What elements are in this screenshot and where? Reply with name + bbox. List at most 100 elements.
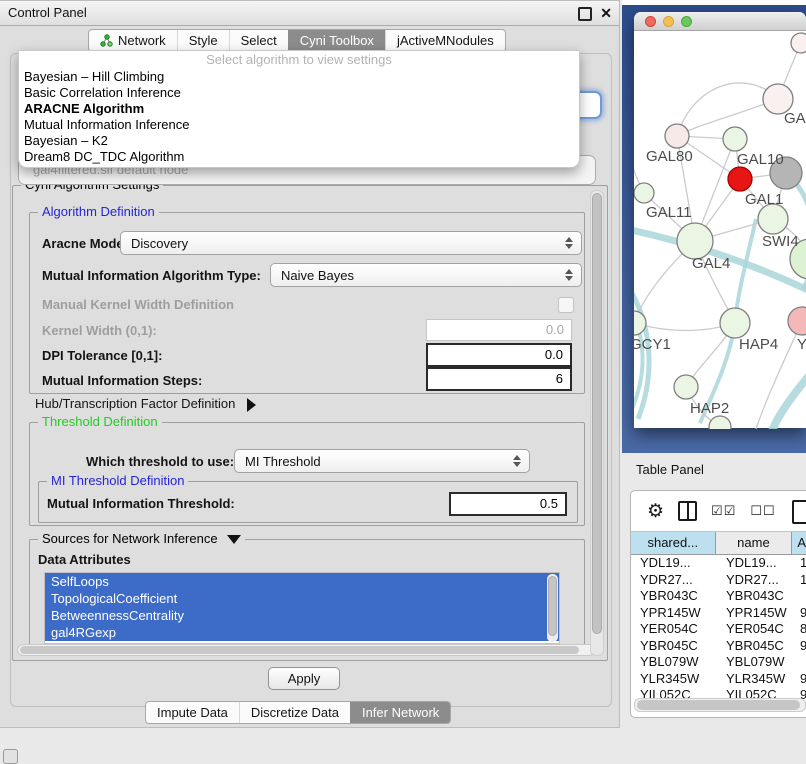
- which-threshold-combobox[interactable]: MI Threshold: [234, 449, 530, 473]
- algorithm-list: Bayesian – Hill ClimbingBasic Correlatio…: [19, 69, 579, 165]
- table-cell: YDR27...: [717, 572, 795, 589]
- attributes-list-scrollbar[interactable]: [547, 574, 558, 642]
- settings-horizontal-scrollbar[interactable]: [17, 644, 595, 656]
- table-row[interactable]: YBR045CYBR045C9.: [631, 638, 806, 655]
- algorithm-option[interactable]: Bayesian – Hill Climbing: [19, 69, 579, 85]
- scrollbar-thumb[interactable]: [637, 700, 800, 710]
- table-row[interactable]: YER054CYER054C8.: [631, 621, 806, 638]
- mi-algorithm-type-combobox[interactable]: Naive Bayes: [270, 263, 582, 287]
- node-label: GAL1: [745, 191, 783, 208]
- network-window-titlebar[interactable]: [634, 12, 806, 31]
- table-rows: YDL19...YDL19...13YDR27...YDR27...12YBR0…: [631, 555, 806, 704]
- node-label: GCY1: [634, 336, 671, 353]
- scrollbar-thumb[interactable]: [592, 193, 602, 634]
- column-header-shared[interactable]: shared...: [631, 532, 716, 554]
- close-traffic-light-icon[interactable]: [645, 16, 656, 27]
- table-row[interactable]: YLR345WYLR345W9.: [631, 671, 806, 688]
- data-attributes-label: Data Attributes: [38, 552, 131, 567]
- network-node[interactable]: [728, 167, 752, 191]
- close-window-icon[interactable]: ✕: [600, 4, 612, 22]
- network-node[interactable]: [665, 124, 689, 148]
- network-edge: [735, 219, 756, 323]
- unchecked-boxes-icon[interactable]: ☐☐: [750, 503, 775, 519]
- network-node[interactable]: [788, 307, 806, 335]
- table-row[interactable]: YBR043CYBR043C: [631, 588, 806, 605]
- tab-impute-data[interactable]: Impute Data: [146, 702, 239, 723]
- sources-group-title-text: Sources for Network Inference: [42, 531, 218, 546]
- threshold-definition-title: Threshold Definition: [38, 414, 162, 429]
- tab-select[interactable]: Select: [229, 30, 288, 51]
- scrollbar-thumb[interactable]: [548, 576, 557, 636]
- network-window: GALGAL80GAL10GAL1GAL11SWI4GAL4GCY1HAP4YH…: [634, 12, 806, 428]
- table-toolbar: ⚙ ☑☑ ☐☐: [631, 491, 806, 532]
- tab-network[interactable]: Network: [89, 30, 177, 51]
- network-node[interactable]: [758, 204, 788, 234]
- mi-threshold-field[interactable]: 0.5: [449, 492, 567, 516]
- node-label: GAL80: [646, 148, 693, 165]
- zoom-traffic-light-icon[interactable]: [681, 16, 692, 27]
- float-window-icon[interactable]: [578, 7, 592, 21]
- data-attribute-item[interactable]: TopologicalCoefficient: [45, 590, 559, 607]
- data-attributes-list: SelfLoopsTopologicalCoefficientBetweenne…: [44, 572, 560, 644]
- table-row[interactable]: YDR27...YDR27...12: [631, 572, 806, 589]
- aracne-mode-combobox[interactable]: Discovery: [120, 231, 582, 255]
- tab-select-label: Select: [241, 33, 277, 48]
- network-node[interactable]: [791, 33, 806, 53]
- column-header-clipped[interactable]: A: [792, 532, 806, 554]
- network-view-frame: GALGAL80GAL10GAL1GAL11SWI4GAL4GCY1HAP4YH…: [622, 5, 806, 453]
- column-header-name[interactable]: name: [716, 532, 793, 554]
- algorithm-option[interactable]: Mutual Information Inference: [19, 117, 579, 133]
- algorithm-option[interactable]: Dream8 DC_TDC Algorithm: [19, 149, 579, 165]
- network-node[interactable]: [677, 223, 713, 259]
- network-node[interactable]: [720, 308, 750, 338]
- table-header-row: shared... name A: [631, 532, 806, 555]
- algorithm-option[interactable]: Bayesian – K2: [19, 133, 579, 149]
- aracne-mode-value: Discovery: [131, 236, 188, 251]
- scrollbar-thumb[interactable]: [20, 646, 579, 654]
- table-row[interactable]: YPR145WYPR145W9.: [631, 605, 806, 622]
- tab-discretize-data[interactable]: Discretize Data: [239, 702, 350, 723]
- network-node[interactable]: [674, 375, 698, 399]
- gear-icon[interactable]: ⚙: [647, 502, 664, 521]
- node-label: GAL4: [692, 255, 730, 272]
- network-node[interactable]: [723, 127, 747, 151]
- hub-tf-definition-section[interactable]: Hub/Transcription Factor Definition: [35, 396, 256, 412]
- table-cell: 9.: [795, 638, 806, 655]
- data-attribute-item[interactable]: gal4RGexp: [45, 624, 559, 641]
- mi-steps-field[interactable]: 6: [426, 367, 572, 391]
- mi-algorithm-type-value: Naive Bayes: [281, 268, 354, 283]
- network-node[interactable]: [634, 183, 654, 203]
- algorithm-dropdown-prompt: Select algorithm to view settings: [19, 51, 579, 69]
- mi-threshold-definition-group: MI Threshold Definition Mutual Informati…: [38, 481, 578, 523]
- data-attribute-item[interactable]: BetweennessCentrality: [45, 607, 559, 624]
- minimize-traffic-light-icon[interactable]: [663, 16, 674, 27]
- dpi-tolerance-field[interactable]: 0.0: [426, 343, 572, 367]
- kernel-width-label: Kernel Width (0,1):: [42, 323, 157, 338]
- apply-button[interactable]: Apply: [268, 667, 340, 690]
- hub-tf-definition-label: Hub/Transcription Factor Definition: [35, 396, 235, 411]
- page-icon[interactable]: [792, 500, 806, 524]
- collapsed-arrow-icon[interactable]: [247, 398, 256, 412]
- tab-cyni-toolbox[interactable]: Cyni Toolbox: [288, 30, 385, 51]
- network-canvas[interactable]: GALGAL80GAL10GAL1GAL11SWI4GAL4GCY1HAP4YH…: [634, 31, 806, 429]
- data-attribute-item[interactable]: SelfLoops: [45, 573, 559, 590]
- sources-group-title[interactable]: Sources for Network Inference: [38, 531, 245, 546]
- table-horizontal-scrollbar[interactable]: [634, 698, 806, 712]
- node-label: SWI4: [762, 233, 799, 250]
- table-cell: YDR27...: [631, 572, 717, 589]
- table-row[interactable]: YBL079WYBL079W: [631, 654, 806, 671]
- algorithm-option[interactable]: Basic Correlation Inference: [19, 85, 579, 101]
- tab-infer-network[interactable]: Infer Network: [350, 702, 450, 723]
- algorithm-option[interactable]: ARACNE Algorithm: [19, 101, 579, 117]
- network-node[interactable]: [709, 416, 731, 429]
- split-columns-icon[interactable]: [678, 501, 697, 521]
- which-threshold-value: MI Threshold: [245, 454, 321, 469]
- settings-vertical-scrollbar[interactable]: [590, 190, 604, 656]
- expanded-arrow-icon[interactable]: [227, 535, 241, 544]
- table-cell: YBR045C: [631, 638, 717, 655]
- checked-boxes-icon[interactable]: ☑☑: [711, 503, 736, 519]
- tab-impute-data-label: Impute Data: [157, 705, 228, 720]
- table-row[interactable]: YDL19...YDL19...13: [631, 555, 806, 572]
- tab-jactivemnodules[interactable]: jActiveMNodules: [385, 30, 505, 51]
- tab-style[interactable]: Style: [177, 30, 229, 51]
